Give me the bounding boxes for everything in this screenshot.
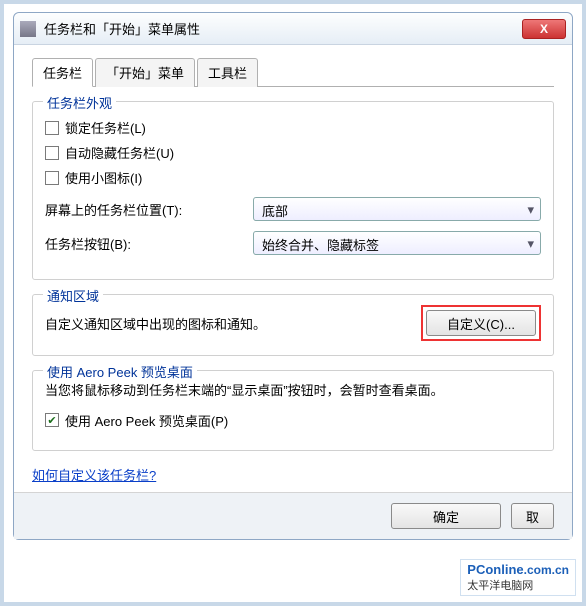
- checkbox-label: 锁定任务栏(L): [65, 118, 146, 137]
- tab-taskbar[interactable]: 任务栏: [32, 58, 93, 87]
- customize-highlight: 自定义(C)...: [421, 305, 541, 341]
- checkbox-label: 使用 Aero Peek 预览桌面(P): [65, 411, 228, 430]
- cancel-button[interactable]: 取: [511, 503, 554, 529]
- tab-label: 任务栏: [43, 66, 82, 81]
- checkbox-icon[interactable]: [45, 146, 59, 160]
- help-link[interactable]: 如何自定义该任务栏?: [32, 465, 156, 484]
- group-aero-peek: 使用 Aero Peek 预览桌面 当您将鼠标移动到任务栏末端的“显示桌面”按钮…: [32, 370, 554, 451]
- watermark: PConline.com.cn 太平洋电脑网: [460, 559, 576, 596]
- close-button[interactable]: X: [522, 19, 566, 39]
- checkbox-icon[interactable]: [45, 121, 59, 135]
- row-taskbar-buttons: 任务栏按钮(B): 始终合并、隐藏标签: [45, 231, 541, 255]
- tab-toolbars[interactable]: 工具栏: [197, 58, 258, 87]
- button-label: 自定义(C)...: [447, 317, 515, 332]
- watermark-sub: 太平洋电脑网: [467, 577, 569, 593]
- tabstrip: 任务栏 「开始」菜单 工具栏: [32, 57, 554, 87]
- group-appearance: 任务栏外观 锁定任务栏(L) 自动隐藏任务栏(U) 使用小图标(I) 屏幕上的任…: [32, 101, 554, 280]
- checkbox-label: 使用小图标(I): [65, 168, 142, 187]
- combo-value: 底部: [262, 204, 288, 219]
- titlebar: 任务栏和「开始」菜单属性 X: [14, 13, 572, 45]
- checkbox-autohide[interactable]: 自动隐藏任务栏(U): [45, 143, 541, 162]
- customize-button[interactable]: 自定义(C)...: [426, 310, 536, 336]
- checkbox-lock-taskbar[interactable]: 锁定任务栏(L): [45, 118, 541, 137]
- dialog: 任务栏和「开始」菜单属性 X 任务栏 「开始」菜单 工具栏 任务栏外观 锁定任务…: [13, 12, 573, 540]
- aero-description: 当您将鼠标移动到任务栏末端的“显示桌面”按钮时，会暂时查看桌面。: [45, 381, 541, 401]
- checkbox-aero-peek[interactable]: 使用 Aero Peek 预览桌面(P): [45, 411, 541, 430]
- combo-taskbar-position[interactable]: 底部: [253, 197, 541, 221]
- checkbox-small-icons[interactable]: 使用小图标(I): [45, 168, 541, 187]
- dialog-button-row: 确定 取: [14, 492, 572, 539]
- group-notification: 通知区域 自定义通知区域中出现的图标和通知。 自定义(C)...: [32, 294, 554, 356]
- row-taskbar-position: 屏幕上的任务栏位置(T): 底部: [45, 197, 541, 221]
- combo-taskbar-buttons[interactable]: 始终合并、隐藏标签: [253, 231, 541, 255]
- field-label: 屏幕上的任务栏位置(T):: [45, 200, 253, 219]
- app-icon: [20, 21, 36, 37]
- ok-button[interactable]: 确定: [391, 503, 501, 529]
- notification-text: 自定义通知区域中出现的图标和通知。: [45, 314, 411, 333]
- tab-label: 工具栏: [208, 66, 247, 81]
- button-label: 确定: [433, 510, 459, 525]
- watermark-brand: PConline: [467, 562, 523, 577]
- field-label: 任务栏按钮(B):: [45, 234, 253, 253]
- group-legend: 任务栏外观: [43, 93, 116, 112]
- button-label: 取: [526, 510, 539, 525]
- group-legend: 通知区域: [43, 286, 103, 305]
- checkbox-icon[interactable]: [45, 171, 59, 185]
- checkbox-label: 自动隐藏任务栏(U): [65, 143, 174, 162]
- checkbox-icon[interactable]: [45, 413, 59, 427]
- watermark-domain: .com.cn: [524, 563, 569, 577]
- group-legend: 使用 Aero Peek 预览桌面: [43, 362, 197, 381]
- combo-value: 始终合并、隐藏标签: [262, 238, 379, 253]
- window-title: 任务栏和「开始」菜单属性: [44, 19, 522, 38]
- tab-start-menu[interactable]: 「开始」菜单: [95, 58, 195, 87]
- client-area: 任务栏 「开始」菜单 工具栏 任务栏外观 锁定任务栏(L) 自动隐藏任务栏(U)…: [14, 45, 572, 492]
- tab-label: 「开始」菜单: [106, 66, 184, 81]
